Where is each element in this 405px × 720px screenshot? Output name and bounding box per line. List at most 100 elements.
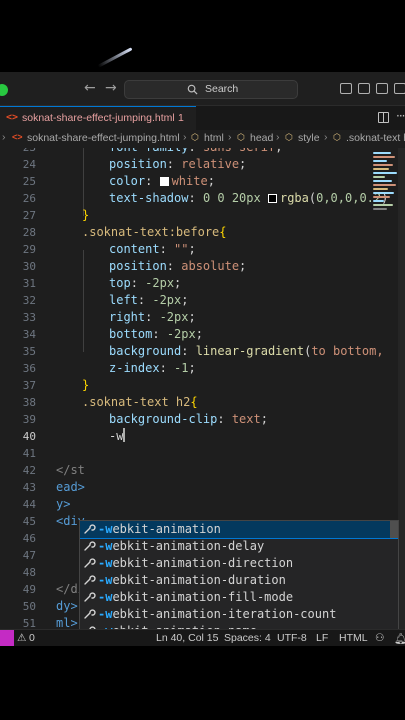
element-icon: ⬡ (237, 132, 245, 142)
code-line-31: top: -2px; (109, 276, 182, 290)
code-line-44: y> (56, 497, 71, 511)
chevron-right-icon: › (2, 131, 6, 143)
code-line-42: </st (56, 463, 85, 477)
bottom-letterbox (0, 646, 405, 720)
breadcrumb-head[interactable]: head (250, 132, 273, 144)
minimap-line (373, 168, 389, 170)
back-arrow-icon[interactable]: ← (84, 80, 96, 96)
wrench-icon (84, 558, 96, 568)
copilot-icon[interactable]: ⚇ (375, 632, 384, 644)
suggestion-item[interactable]: -webkit-animation (80, 521, 398, 539)
suggestion-item[interactable]: -webkit-animation-iteration-count (80, 606, 398, 623)
text-cursor (123, 428, 125, 442)
code-line-49: dy> (56, 599, 78, 613)
notifications-icon[interactable]: 🔔︎ (394, 632, 405, 645)
toggle-secondary-sidebar-icon[interactable] (376, 83, 388, 94)
tab-soknat-share-effect-jumping[interactable]: <> soknat-share-effect-jumping.html 1 (0, 106, 196, 130)
minimap-line (373, 196, 390, 198)
status-bar: ⚠ 0 Ln 40, Col 15 Spaces: 4 UTF-8 LF HTM… (0, 629, 405, 646)
encoding[interactable]: UTF-8 (277, 632, 307, 644)
wrench-icon (84, 541, 96, 551)
code-line-25: color: white; (109, 174, 215, 188)
code-line-37: } (82, 378, 90, 392)
suggestion-item[interactable]: -webkit-animation-fill-mode (80, 589, 398, 606)
code-line-35: background: linear-gradient(to bottom, (109, 344, 384, 358)
wrench-icon (84, 609, 96, 619)
chevron-right-icon: › (228, 131, 232, 143)
code-line-38: .soknat-text h2{ (82, 395, 198, 409)
minimap-line (373, 156, 395, 158)
code-line-28: .soknat-text:before{ (82, 225, 227, 239)
selector-icon: ⬡ (333, 132, 341, 142)
html-file-icon: <> (12, 132, 23, 142)
problems-badge: 1 (178, 112, 184, 124)
top-letterbox (0, 0, 405, 72)
split-editor-icon[interactable] (378, 112, 389, 123)
color-swatch[interactable] (267, 194, 277, 203)
minimap-line (373, 208, 387, 210)
breadcrumb-file[interactable]: soknat-share-effect-jumping.html (27, 132, 180, 144)
minimap-line (373, 152, 391, 154)
chevron-right-icon: › (276, 131, 280, 143)
breadcrumb-html[interactable]: html (204, 132, 224, 144)
code-editor[interactable]: 23 24 25 26 27 28 29 30 31 32 33 34 35 3… (0, 148, 405, 629)
language-mode[interactable]: HTML (339, 632, 368, 644)
indent-guide (83, 148, 84, 216)
code-line-26: text-shadow: 0 0 20px rgba(0,0,0,0.2) (109, 191, 389, 205)
code-line-27: } (82, 208, 90, 222)
minimap-line (373, 188, 388, 190)
chevron-right-icon: › (183, 131, 187, 143)
code-line-33: right: -2px; (109, 310, 196, 324)
minimap-line (373, 160, 387, 162)
code-line-30: position: absolute; (109, 259, 247, 273)
search-icon (187, 84, 198, 95)
code-line-34: bottom: -2px; (109, 327, 203, 341)
more-actions-icon[interactable]: ··· (396, 109, 405, 123)
tab-label: soknat-share-effect-jumping.html (22, 112, 175, 124)
code-line-39: background-clip: text; (109, 412, 268, 426)
breadcrumb-style[interactable]: style (298, 132, 320, 144)
indent-guide (83, 250, 84, 352)
suggestion-scrollbar[interactable] (390, 521, 398, 538)
search-label: Search (205, 83, 239, 95)
minimap-line (373, 176, 385, 178)
suggestion-item[interactable]: -webkit-animation-duration (80, 572, 398, 589)
vertical-scrollbar[interactable] (398, 148, 405, 629)
problems-count[interactable]: 0 (29, 632, 35, 644)
end-of-line[interactable]: LF (316, 632, 328, 644)
element-icon: ⬡ (285, 132, 293, 142)
command-center-search[interactable]: Search (124, 80, 298, 99)
toggle-primary-sidebar-icon[interactable] (340, 83, 352, 94)
code-line-29: content: ""; (109, 242, 196, 256)
code-line-43: ead> (56, 480, 85, 494)
customize-layout-icon[interactable] (394, 83, 405, 94)
cursor-position[interactable]: Ln 40, Col 15 (156, 632, 218, 644)
suggestion-item[interactable]: -webkit-animation-direction (80, 555, 398, 572)
editor-tab-bar: <> soknat-share-effect-jumping.html 1 ··… (0, 106, 405, 130)
vscode-window: ← → Search <> soknat-share-effect-jumpin… (0, 72, 405, 646)
code-line-24: position: relative; (109, 157, 247, 171)
minimap-line (373, 184, 396, 186)
toggle-panel-icon[interactable] (358, 83, 370, 94)
minimap-line (373, 180, 392, 182)
suggestion-item[interactable]: -webkit-animation-delay (80, 538, 398, 555)
html-file-icon: <> (6, 112, 19, 123)
code-line-36: z-index: -1; (109, 361, 196, 375)
minimap-line (373, 164, 393, 166)
code-line-32: left: -2px; (109, 293, 189, 307)
color-swatch[interactable] (159, 177, 169, 186)
indentation[interactable]: Spaces: 4 (224, 632, 271, 644)
suggestion-widget[interactable]: -webkit-animation -webkit-animation-dela… (79, 520, 399, 629)
title-bar: ← → Search (0, 72, 405, 106)
window-control-dot[interactable] (0, 84, 8, 96)
minimap-line (373, 172, 397, 174)
minimap-line (373, 204, 393, 206)
code-line-40[interactable]: -w (109, 428, 125, 445)
chevron-right-icon: › (324, 131, 328, 143)
breadcrumb-selector[interactable]: .soknat-text h (346, 132, 405, 144)
minimap-line (373, 192, 394, 194)
forward-arrow-icon[interactable]: → (105, 80, 117, 96)
light-streak-decoration (97, 47, 133, 68)
minimap-line (373, 200, 384, 202)
remote-indicator[interactable] (0, 630, 14, 646)
